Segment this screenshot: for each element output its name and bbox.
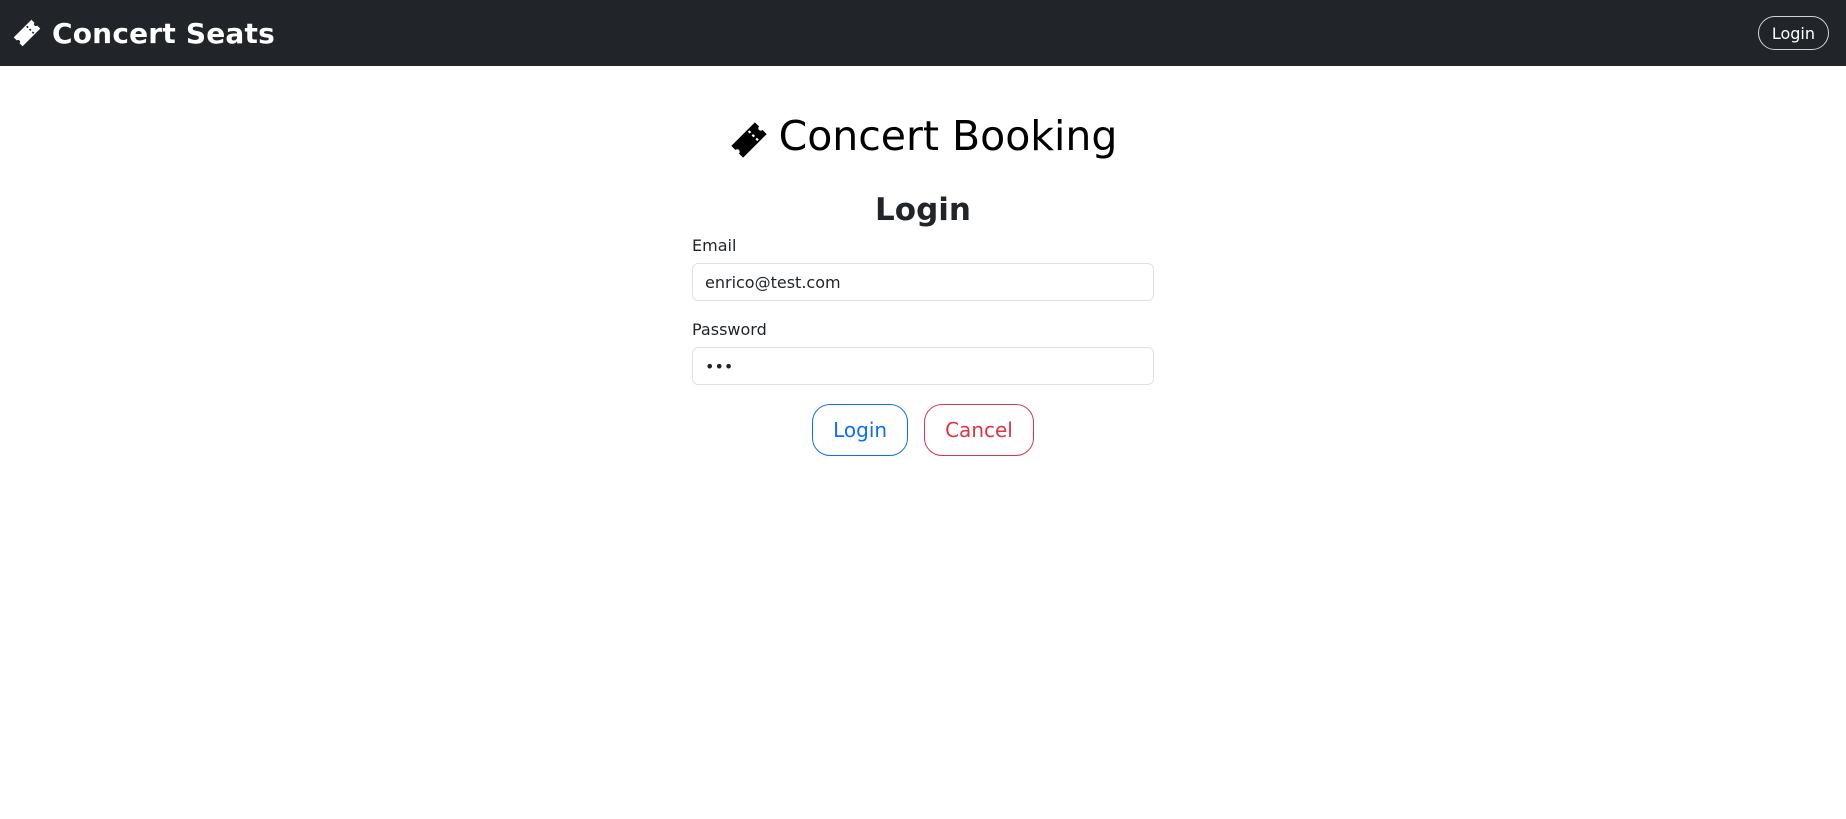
email-field[interactable]	[692, 263, 1154, 302]
brand-link[interactable]: Concert Seats	[12, 17, 275, 50]
password-label: Password	[692, 320, 767, 340]
navbar-login-button[interactable]: Login	[1757, 16, 1829, 50]
page-title-text: Concert Booking	[778, 112, 1118, 161]
ticket-icon	[729, 120, 769, 160]
form-actions: Login Cancel	[692, 404, 1154, 457]
brand-text: Concert Seats	[52, 16, 275, 50]
main-content: Concert Booking Login Email Password Log…	[692, 66, 1154, 457]
navbar: Concert Seats Login	[0, 0, 1846, 66]
login-button[interactable]: Login	[812, 404, 909, 457]
password-group: Password	[692, 320, 1154, 386]
page-title: Concert Booking	[692, 114, 1154, 160]
cancel-button[interactable]: Cancel	[924, 404, 1034, 457]
login-heading: Login	[875, 192, 971, 228]
email-label: Email	[692, 236, 737, 256]
ticket-icon	[12, 18, 42, 48]
password-field[interactable]	[692, 347, 1154, 386]
login-form: Login Email Password Login Cancel	[692, 192, 1154, 457]
email-group: Email	[692, 236, 1154, 302]
